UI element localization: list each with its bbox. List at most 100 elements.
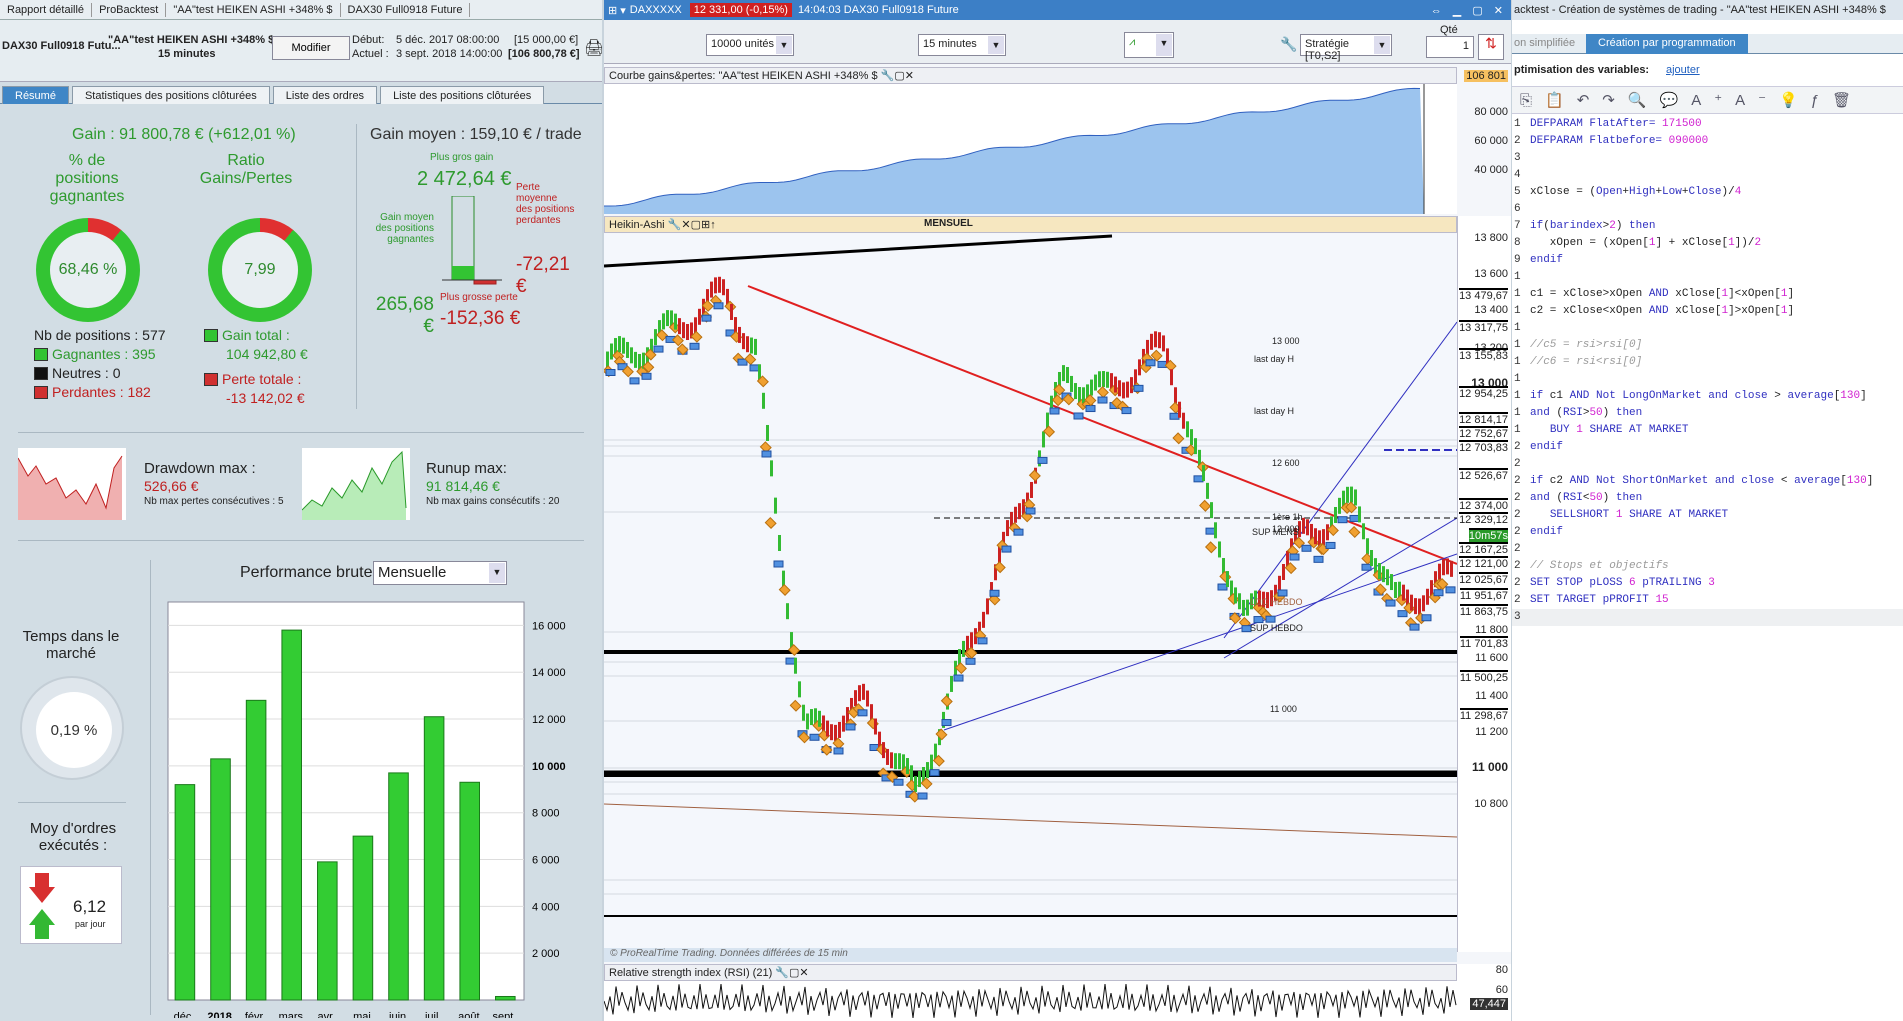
ha-candle bbox=[738, 326, 741, 343]
ha-candle bbox=[766, 424, 769, 441]
order-button-icon[interactable]: ⇅ bbox=[1478, 34, 1504, 60]
ha-candle bbox=[910, 765, 913, 782]
report-header: DAX30 Full0918 Futu... "AA"test HEIKEN A… bbox=[0, 20, 602, 82]
ha-candle bbox=[674, 313, 677, 330]
search-icon[interactable]: 🔍 bbox=[1628, 92, 1660, 109]
ha-candle bbox=[682, 322, 685, 339]
ha-candle bbox=[686, 324, 689, 341]
gain-moyen-pos: 265,68 € bbox=[375, 294, 434, 337]
ha-candle bbox=[1366, 538, 1369, 555]
add-variable-link[interactable]: ajouter bbox=[1666, 64, 1700, 76]
chart-type-select[interactable]: ⩘ ▼ bbox=[1124, 32, 1174, 58]
panel-controls-icon[interactable]: 🔧✕▢⊞↑ bbox=[668, 219, 716, 231]
panel-controls-icon[interactable]: 🔧▢✕ bbox=[775, 967, 808, 979]
tab-simplifiee[interactable]: on simplifiée bbox=[1514, 37, 1575, 49]
chevron-down-icon: ▼ bbox=[776, 36, 792, 54]
signal-marker bbox=[689, 342, 700, 350]
black-square-icon bbox=[34, 367, 48, 380]
signal-marker bbox=[1265, 615, 1276, 623]
tab-instrument[interactable]: DAX30 Full0918 Future bbox=[341, 2, 471, 17]
price-axis-label: 11 800 bbox=[1475, 624, 1508, 636]
copy-icon[interactable]: ⎘ bbox=[1520, 92, 1545, 109]
perf-period-select[interactable]: Mensuelle ▼ bbox=[373, 561, 507, 585]
panel-controls-icon[interactable]: 🔧▢✕ bbox=[881, 70, 914, 82]
x-tick-label: mai bbox=[353, 1011, 371, 1018]
symbol[interactable]: DAXXXXX bbox=[630, 4, 690, 16]
chart-titlebar: ⊞ ▾ DAXXXXX 12 331,00 (-0,15%) 14:04:03 … bbox=[604, 0, 1511, 20]
copyright-footer: © ProRealTime Trading. Données différées… bbox=[604, 948, 1457, 962]
ha-candle bbox=[762, 392, 765, 409]
ha-candle bbox=[818, 710, 821, 727]
tab-probacktest[interactable]: ProBacktest bbox=[92, 2, 167, 17]
bar bbox=[459, 781, 481, 1001]
code-area[interactable]: 1 DEFPARAM FlatAfter= 171500 2 DEFPARAM Fl… bbox=[1512, 116, 1903, 626]
pct-gagnantes-value: 68,46 % bbox=[50, 232, 126, 308]
undo-icon[interactable]: ↶ bbox=[1577, 92, 1603, 109]
units-select[interactable]: 10000 unités ▼ bbox=[706, 34, 794, 56]
ha-candle bbox=[778, 534, 781, 551]
x-tick-label: déc. bbox=[174, 1011, 195, 1018]
signal-marker bbox=[1205, 527, 1216, 535]
ha-candle bbox=[1202, 465, 1205, 482]
signal-marker bbox=[1037, 456, 1048, 464]
font-increase-icon[interactable]: A⁺ bbox=[1691, 92, 1735, 109]
price-axis-label: 12 814,17 bbox=[1459, 412, 1508, 426]
modify-button[interactable]: Modifier bbox=[272, 36, 350, 60]
delete-icon[interactable]: 🗑 bbox=[1832, 92, 1864, 109]
price-axis-label: 12 374,00 bbox=[1459, 498, 1508, 512]
window-controls-icon[interactable]: ⇔ ▁ ▢ ✕ bbox=[1431, 4, 1511, 17]
timeframe-select[interactable]: 15 minutes ▼ bbox=[918, 34, 1006, 56]
paste-icon[interactable]: 📋 bbox=[1545, 92, 1577, 109]
font-decrease-icon[interactable]: A⁻ bbox=[1735, 92, 1779, 109]
tab-statistiques[interactable]: Statistiques des positions clôturées bbox=[71, 86, 270, 104]
ha-candle bbox=[1442, 559, 1445, 576]
ha-candle bbox=[826, 720, 829, 737]
comment-icon[interactable]: 💬 bbox=[1660, 92, 1692, 109]
qty-input[interactable]: 1 bbox=[1426, 36, 1474, 58]
function-icon[interactable]: ƒ bbox=[1811, 92, 1832, 109]
bar bbox=[495, 995, 516, 1001]
redo-icon[interactable]: ↷ bbox=[1602, 92, 1628, 109]
tab-liste-ordres[interactable]: Liste des ordres bbox=[272, 86, 378, 104]
price-axis-label: 13 600 bbox=[1474, 268, 1508, 280]
temps-marche-label: Temps dans le marché bbox=[22, 628, 120, 662]
ha-candle bbox=[1118, 380, 1121, 397]
lightbulb-icon[interactable]: 💡 bbox=[1779, 92, 1811, 109]
y-tick-label: 12 000 bbox=[532, 714, 566, 726]
tab-rapport-detaille[interactable]: Rapport détaillé bbox=[0, 2, 93, 17]
price-axis: 13 800 13 600 13 479,67 13 400 13 317,75 13 2… bbox=[1457, 216, 1511, 952]
drawdown-value: 526,66 € bbox=[144, 478, 199, 494]
gain-total-label: Gain total : bbox=[204, 327, 290, 343]
chart-annotation: 1ère 1h bbox=[1272, 512, 1303, 522]
ratio-title: Ratio Gains/Pertes bbox=[199, 152, 293, 187]
opt-label: ptimisation des variables: bbox=[1514, 64, 1650, 76]
ha-candle bbox=[926, 762, 929, 779]
signal-marker bbox=[629, 377, 640, 385]
wrench-icon[interactable]: 🔧 bbox=[1280, 36, 1297, 53]
ha-candle bbox=[806, 713, 809, 730]
chart-menu-icon[interactable]: ⊞ ▾ bbox=[604, 4, 630, 17]
signal-marker bbox=[953, 674, 964, 682]
tab-liste-positions[interactable]: Liste des positions clôturées bbox=[380, 86, 545, 104]
print-icon[interactable]: 🖨 bbox=[584, 38, 602, 58]
chevron-down-icon: ▼ bbox=[489, 563, 505, 583]
ha-candle bbox=[722, 279, 725, 296]
ha-candle bbox=[1394, 582, 1397, 599]
ha-candle bbox=[1322, 529, 1325, 546]
tab-programmation[interactable]: Création par programmation bbox=[1586, 34, 1748, 54]
ha-candle bbox=[666, 310, 669, 327]
tab-resume[interactable]: Résumé bbox=[2, 86, 69, 104]
price-axis-label: 11 400 bbox=[1475, 690, 1508, 702]
y-tick-label: 8 000 bbox=[532, 808, 560, 820]
ha-candle bbox=[1070, 375, 1073, 392]
ha-candle bbox=[630, 347, 633, 364]
ha-candle bbox=[962, 640, 965, 657]
signal-marker bbox=[977, 637, 988, 645]
ha-candle bbox=[662, 313, 665, 330]
moy-ordres-value: 6,12 bbox=[73, 897, 107, 916]
perte-totale: -13 142,02 € bbox=[226, 390, 305, 406]
y-tick-label: 16 000 bbox=[532, 620, 566, 632]
strategy-select[interactable]: Stratégie [T0,S2] ▼ bbox=[1300, 34, 1392, 62]
tab-strategy-name[interactable]: "AA"test HEIKEN ASHI +348% $ bbox=[166, 2, 341, 17]
ha-candle bbox=[874, 718, 877, 735]
